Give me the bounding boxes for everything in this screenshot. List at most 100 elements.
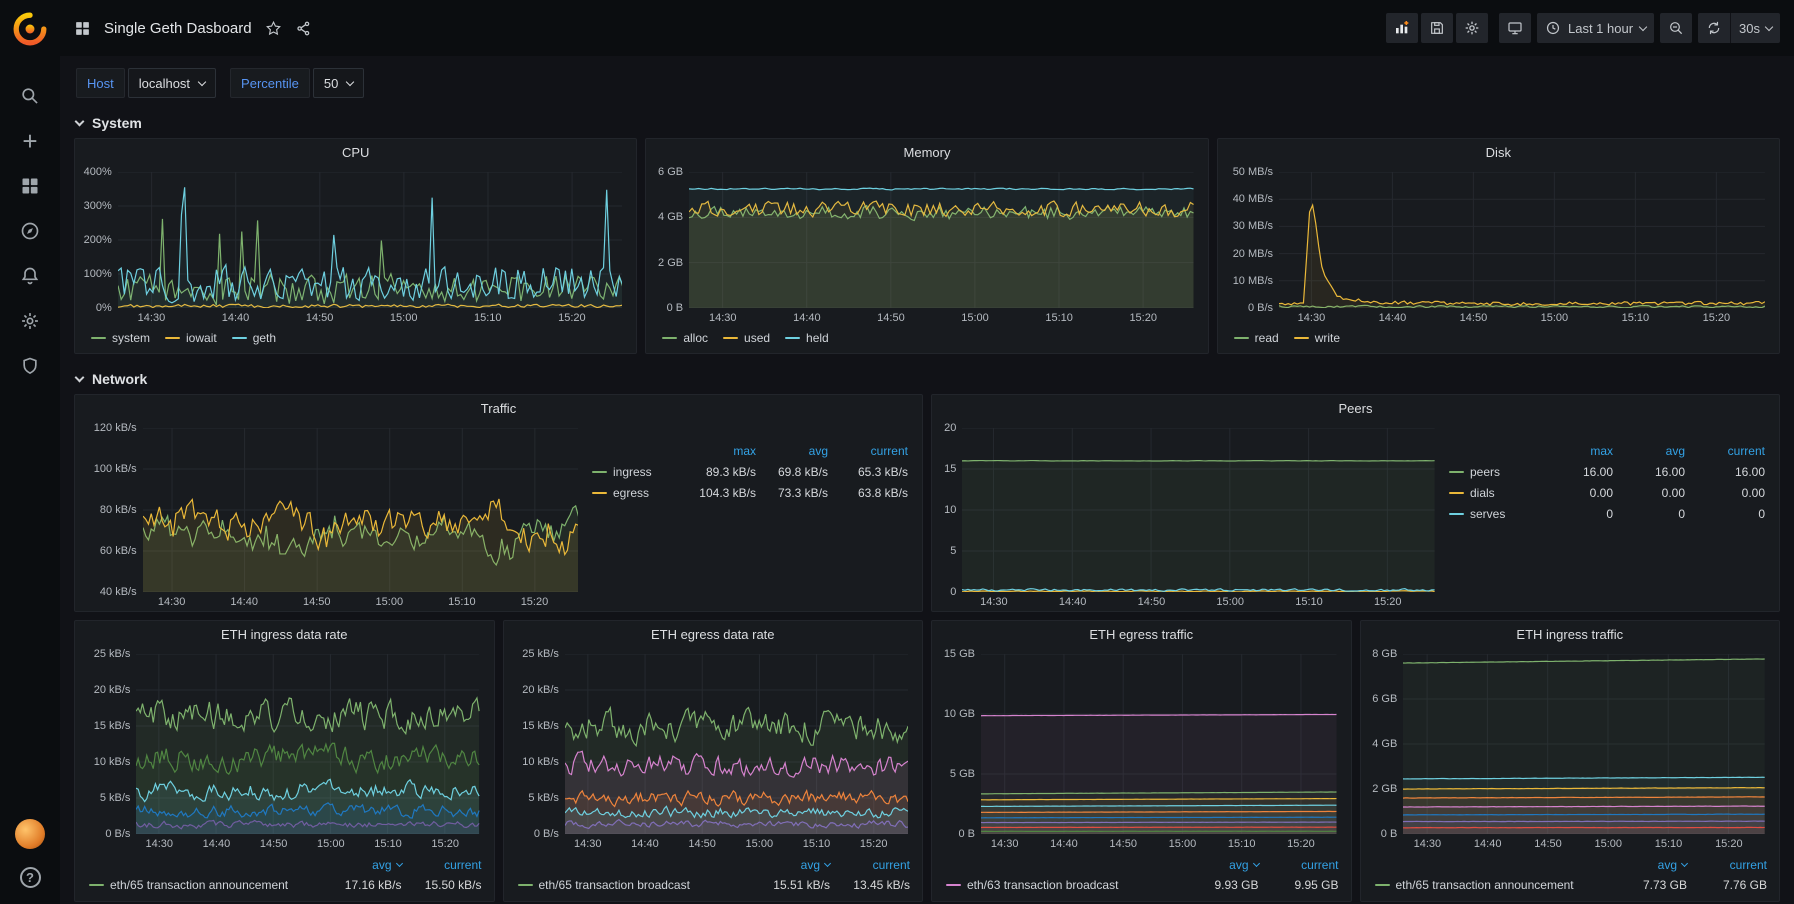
legend-item[interactable]: geth	[232, 331, 276, 345]
panel-title[interactable]: Disk	[1218, 139, 1779, 166]
legend-item[interactable]: alloc	[662, 331, 708, 345]
panel-title[interactable]: Traffic	[75, 395, 922, 422]
legend-column-header[interactable]: max	[1535, 444, 1613, 458]
legend-item[interactable]: peers	[1449, 465, 1535, 479]
eth_egress_rate-plot[interactable]	[565, 654, 908, 834]
legend-item[interactable]: serves	[1449, 507, 1535, 521]
refresh-button[interactable]	[1698, 13, 1730, 43]
panel-title[interactable]: ETH ingress traffic	[1361, 621, 1780, 648]
sidebar-item-dashboards[interactable]	[18, 174, 42, 198]
legend-item[interactable]: iowait	[165, 331, 217, 345]
y-axis-label: 0 B	[667, 302, 684, 314]
x-axis: 14:3014:4014:5015:0015:1015:20	[136, 834, 479, 853]
legend-item-name[interactable]: eth/63 transaction broadcast	[946, 878, 1163, 892]
legend-item[interactable]: read	[1234, 331, 1279, 345]
series-color-dash	[592, 492, 607, 494]
x-axis-label: 14:50	[1138, 596, 1166, 608]
legend-avg-header[interactable]: avg	[306, 858, 402, 872]
legend-column-header[interactable]: max	[678, 444, 756, 458]
legend-label: iowait	[186, 331, 217, 345]
variables-row: Host localhost Percentile 50	[74, 56, 1780, 106]
panel-title[interactable]: Memory	[646, 139, 1207, 166]
cpu-plot[interactable]	[118, 172, 623, 308]
legend-item[interactable]: system	[91, 331, 150, 345]
peers-chart: 0510152014:3014:4014:5015:0015:1015:20	[932, 422, 1449, 611]
legend-column-header[interactable]: avg	[1613, 444, 1685, 458]
x-axis-label: 14:50	[1534, 838, 1562, 850]
eth_ingress_rate-plot[interactable]	[136, 654, 479, 834]
series-line	[1403, 821, 1765, 822]
page-title[interactable]: Single Geth Dasboard	[104, 20, 252, 37]
help-icon[interactable]: ?	[20, 867, 41, 888]
sidebar-item-search[interactable]	[18, 84, 42, 108]
legend-column-header[interactable]: current	[828, 444, 908, 458]
sidebar-item-server-admin[interactable]	[18, 354, 42, 378]
legend-current-header[interactable]: current	[830, 858, 910, 872]
chevron-down-icon	[198, 77, 206, 85]
percentile-variable-dropdown[interactable]: 50	[313, 68, 364, 98]
y-axis-label: 10 kB/s	[94, 756, 131, 768]
add-panel-button[interactable]	[1386, 13, 1418, 43]
legend-current-header[interactable]: current	[1259, 858, 1339, 872]
cycle-view-button[interactable]	[1499, 13, 1531, 43]
eth_egress_traffic-plot[interactable]	[981, 654, 1337, 834]
panel-body: 0 B5 GB10 GB15 GB14:3014:4014:5015:0015:…	[932, 648, 1351, 901]
disk-plot[interactable]	[1279, 172, 1765, 308]
panel-title[interactable]: CPU	[75, 139, 636, 166]
legend-item[interactable]: used	[723, 331, 770, 345]
memory-plot[interactable]	[689, 172, 1194, 308]
panel-title[interactable]: ETH egress data rate	[504, 621, 923, 648]
x-axis-label: 14:50	[306, 312, 334, 324]
legend-item[interactable]: ingress	[592, 465, 678, 479]
eth_ingress_traffic-chart-svg	[1403, 654, 1765, 834]
y-axis-label: 50 MB/s	[1233, 166, 1273, 178]
zoom-out-button[interactable]	[1660, 13, 1692, 43]
share-icon[interactable]	[295, 20, 312, 37]
legend-item-name[interactable]: eth/65 transaction broadcast	[518, 878, 735, 892]
y-axis: 0 B2 GB4 GB6 GB8 GB	[1369, 654, 1404, 834]
legend-item[interactable]: egress	[592, 486, 678, 500]
sidebar-item-explore[interactable]	[18, 219, 42, 243]
legend-item[interactable]: held	[785, 331, 829, 345]
legend-value: 0	[1535, 507, 1613, 521]
legend-current-header[interactable]: current	[1687, 858, 1767, 872]
x-axis-label: 14:50	[688, 838, 716, 850]
legend-item-name[interactable]: eth/65 transaction announcement	[89, 878, 306, 892]
panel-title[interactable]: ETH ingress data rate	[75, 621, 494, 648]
section-network[interactable]: Network	[74, 362, 1780, 394]
legend-avg-header[interactable]: avg	[734, 858, 830, 872]
peers-plot[interactable]	[962, 428, 1435, 592]
sidebar-item-create[interactable]: +	[18, 129, 42, 153]
eth_egress_rate-chart: 0 B/s5 kB/s10 kB/s15 kB/s20 kB/s25 kB/s1…	[504, 648, 923, 853]
dashboard-settings-button[interactable]	[1456, 13, 1488, 43]
panel-title[interactable]: Peers	[932, 395, 1779, 422]
save-dashboard-button[interactable]	[1421, 13, 1453, 43]
star-icon[interactable]	[265, 20, 282, 37]
series-color-dash	[1234, 337, 1249, 339]
legend-avg-header[interactable]: avg	[1591, 858, 1687, 872]
traffic-plot[interactable]	[143, 428, 578, 592]
legend-item[interactable]: dials	[1449, 486, 1535, 500]
legend-current-value: 15.50 kB/s	[402, 878, 482, 892]
legend-avg-header[interactable]: avg	[1163, 858, 1259, 872]
legend-column-header[interactable]: avg	[756, 444, 828, 458]
x-axis-label: 14:50	[1109, 838, 1137, 850]
sidebar-item-configuration[interactable]	[18, 309, 42, 333]
panel-title[interactable]: ETH egress traffic	[932, 621, 1351, 648]
legend-item[interactable]: write	[1294, 331, 1340, 345]
x-axis-label: 14:40	[631, 838, 659, 850]
legend-current-header[interactable]: current	[402, 858, 482, 872]
refresh-interval-dropdown[interactable]: 30s	[1730, 13, 1780, 43]
section-system[interactable]: System	[74, 106, 1780, 138]
refresh-icon	[1706, 20, 1722, 36]
legend-item-name[interactable]: eth/65 transaction announcement	[1375, 878, 1592, 892]
legend-column-header[interactable]: current	[1685, 444, 1765, 458]
user-avatar[interactable]	[15, 819, 45, 849]
sidebar-item-alerting[interactable]	[18, 264, 42, 288]
y-axis-label: 15 GB	[944, 648, 975, 660]
grafana-logo[interactable]	[0, 0, 60, 58]
time-range-button[interactable]: Last 1 hour	[1537, 13, 1654, 43]
host-variable-dropdown[interactable]: localhost	[128, 68, 216, 98]
legend-item: eth/63 transaction broadcast9.93 GB9.95 …	[946, 875, 1339, 895]
eth_ingress_traffic-plot[interactable]	[1403, 654, 1765, 834]
